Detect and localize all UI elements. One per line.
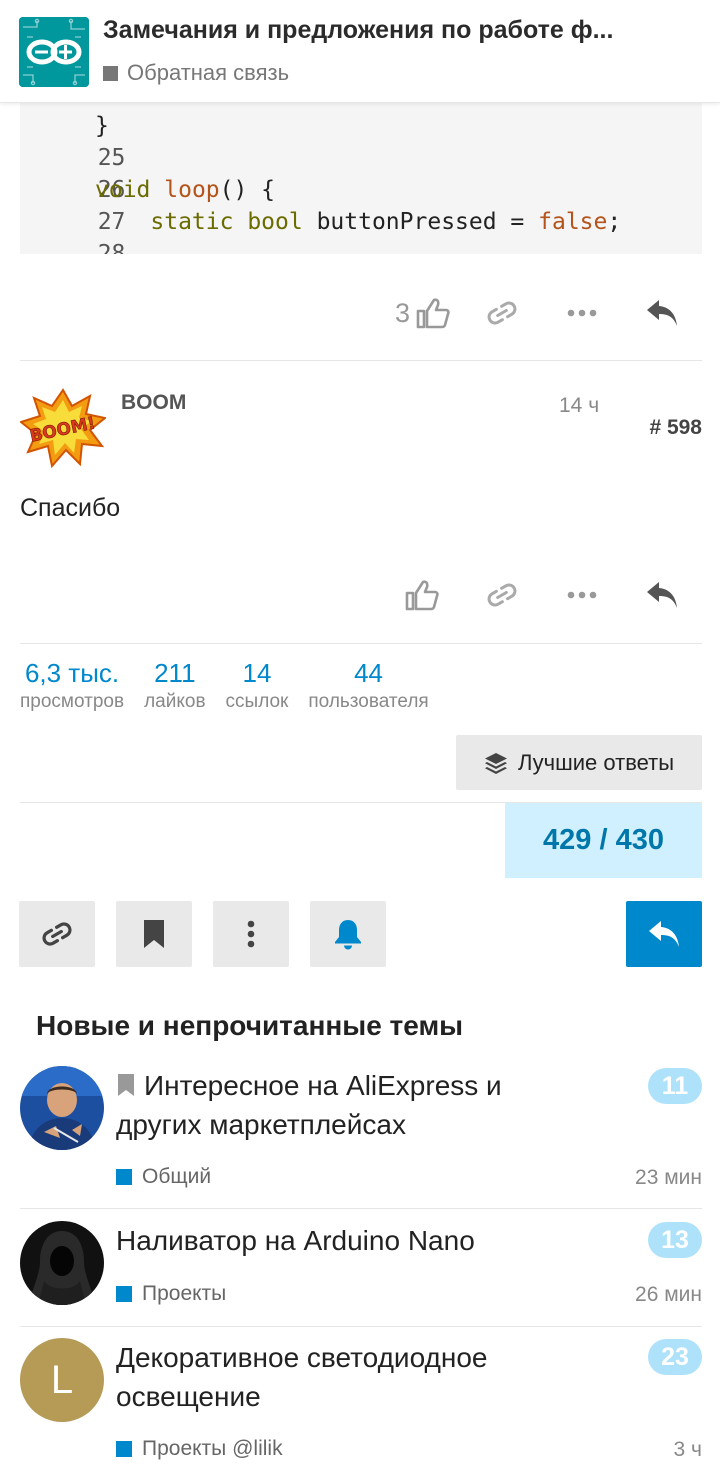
more-icon <box>567 309 597 317</box>
post-username[interactable]: BOOM <box>121 391 186 415</box>
list-item[interactable]: Наливатор на Arduino Nano 13 Проекты 26 … <box>20 1221 702 1321</box>
code-line-28: 28 static bool buttonPressed = false; <box>97 209 622 254</box>
arduino-logo-icon[interactable] <box>19 17 89 87</box>
stat-likes[interactable]: 211 лайков <box>144 657 205 715</box>
like-button[interactable]: 3 <box>395 289 462 337</box>
bookmark-button[interactable] <box>116 901 192 967</box>
share-link-button[interactable] <box>19 901 95 967</box>
topic-title[interactable]: Декоративное светодиодное освещение <box>116 1338 586 1416</box>
bell-icon <box>335 920 361 950</box>
topic-activity-time[interactable]: 26 мин <box>635 1283 702 1307</box>
post-time[interactable]: 14 ч <box>559 394 599 418</box>
link-icon <box>487 583 517 607</box>
like-icon <box>416 298 450 329</box>
more-button[interactable] <box>542 571 622 619</box>
reply-post-button[interactable] <box>622 571 702 619</box>
copy-link-button[interactable] <box>462 571 542 619</box>
post-divider <box>20 643 702 644</box>
code-line-29: 29 <box>20 238 125 254</box>
notifications-button[interactable] <box>310 901 386 967</box>
vertical-dots-icon <box>247 920 255 948</box>
list-divider <box>20 1326 702 1327</box>
post-body: Спасибо <box>20 494 121 522</box>
stat-links[interactable]: 14 ссылок <box>226 657 289 715</box>
topic-category[interactable]: Обратная связь <box>103 60 289 86</box>
avatar[interactable]: BOOM! <box>18 388 108 469</box>
list-item[interactable]: Интересное на AliExpress и других маркет… <box>20 1066 702 1206</box>
category-color-square <box>116 1286 132 1302</box>
like-icon <box>405 580 439 611</box>
reply-icon <box>647 300 677 326</box>
like-count: 3 <box>394 297 410 328</box>
reply-icon <box>647 582 677 608</box>
topic-progress[interactable]: 429 / 430 <box>505 803 702 878</box>
prev-post-actions: 3 <box>395 289 702 337</box>
code-line-25: 25} <box>95 113 126 171</box>
like-button[interactable] <box>382 571 462 619</box>
more-button[interactable] <box>542 289 622 337</box>
category-color-square <box>116 1441 132 1457</box>
avatar-letter: L <box>50 1357 74 1402</box>
stat-users[interactable]: 44 пользователя <box>308 657 428 715</box>
pin-icon <box>118 1074 134 1096</box>
topic-category[interactable]: Общий <box>116 1165 211 1189</box>
code-line-27: 27 void loop() { <box>95 177 276 235</box>
post-number: # 598 <box>649 416 702 439</box>
more-icon <box>567 591 597 599</box>
unread-badge[interactable]: 23 <box>648 1339 702 1375</box>
suggested-topics-title: Новые и непрочитанные темы <box>36 1010 464 1041</box>
code-block: 25} 26 27 void loop() { 28 static bool bu… <box>20 80 702 254</box>
topic-title[interactable]: Наливатор на Arduino Nano <box>116 1221 586 1260</box>
code-line-26: 26 <box>97 177 126 203</box>
avatar[interactable] <box>20 1066 104 1150</box>
bookmark-icon <box>144 920 164 948</box>
topic-stats: 6,3 тыс. просмотров 211 лайков 14 ссылок… <box>20 657 449 715</box>
category-color-square <box>116 1169 132 1185</box>
reply-post-button[interactable] <box>622 289 702 337</box>
link-icon <box>42 922 72 946</box>
list-divider <box>20 1208 702 1209</box>
link-icon <box>487 301 517 325</box>
unread-badge[interactable]: 13 <box>648 1222 702 1258</box>
reply-topic-button[interactable] <box>626 901 702 967</box>
best-answers-label: Лучшие ответы <box>517 749 675 775</box>
topic-title[interactable]: Интересное на AliExpress и других маркет… <box>116 1066 586 1144</box>
topic-category[interactable]: Проекты @lilik <box>116 1437 283 1461</box>
post-divider <box>20 360 702 361</box>
topic-category-label: Обратная связь <box>127 60 290 85</box>
topic-activity-time[interactable]: 23 мин <box>635 1166 702 1190</box>
copy-link-button[interactable] <box>462 289 542 337</box>
reply-icon <box>649 921 679 947</box>
layers-icon <box>484 752 507 774</box>
topic-category[interactable]: Проекты <box>116 1282 226 1306</box>
topic-activity-time[interactable]: 3 ч <box>674 1438 702 1462</box>
post-actions <box>382 571 702 619</box>
list-item[interactable]: L Декоративное светодиодное освещение 23… <box>20 1338 702 1468</box>
stat-views[interactable]: 6,3 тыс. просмотров <box>20 657 124 715</box>
unread-badge[interactable]: 11 <box>648 1068 702 1104</box>
category-color-square <box>103 65 118 81</box>
avatar[interactable] <box>20 1221 104 1305</box>
best-answers-button[interactable]: Лучшие ответы <box>456 735 702 790</box>
avatar[interactable]: L <box>20 1338 104 1422</box>
topic-more-button[interactable] <box>213 901 289 967</box>
topic-header: Замечания и предложения по работе ф... О… <box>0 0 720 103</box>
topic-title[interactable]: Замечания и предложения по работе ф... <box>103 16 663 45</box>
